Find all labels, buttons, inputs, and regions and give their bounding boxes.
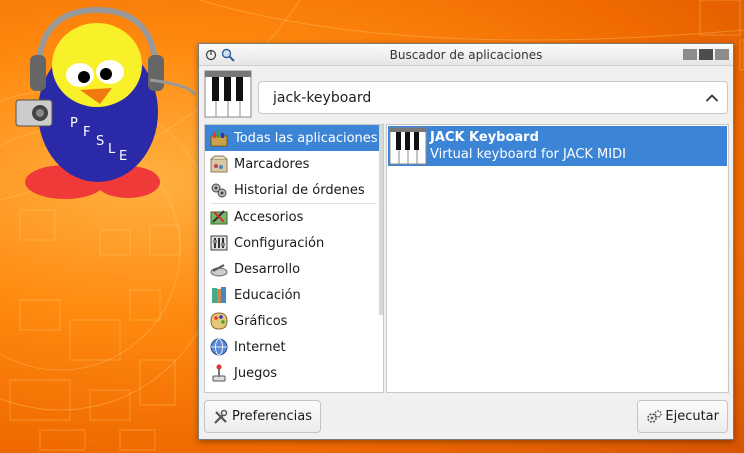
- maximize-button[interactable]: [699, 49, 713, 60]
- category-games[interactable]: Juegos: [205, 360, 383, 386]
- window-title: Buscador de aplicaciones: [389, 47, 543, 62]
- result-description: Virtual keyboard for JACK MIDI: [430, 147, 626, 162]
- tools-icon: [213, 409, 229, 425]
- mascot-letter: F: [83, 125, 90, 140]
- sidebar-scrollbar[interactable]: [379, 125, 383, 315]
- category-label: Marcadores: [234, 156, 310, 172]
- window-menu-icon[interactable]: [203, 47, 218, 62]
- title-bar[interactable]: Buscador de aplicaciones: [199, 44, 733, 66]
- internet-icon: [208, 336, 230, 358]
- gears-icon: [646, 409, 663, 425]
- education-icon: [208, 284, 230, 306]
- mascot-letter: S: [96, 134, 104, 149]
- settings-icon: [208, 232, 230, 254]
- category-label: Configuración: [234, 235, 325, 251]
- bookmarks-icon: [208, 153, 230, 175]
- history-icon: [208, 179, 230, 201]
- category-education[interactable]: Educación: [205, 282, 383, 308]
- piano-keyboard-icon: [389, 127, 427, 165]
- run-button[interactable]: Ejecutar: [637, 400, 728, 433]
- category-label: Gráficos: [234, 313, 288, 329]
- games-icon: [208, 362, 230, 384]
- category-history[interactable]: Historial de órdenes: [205, 177, 383, 203]
- search-combobox[interactable]: [258, 81, 728, 114]
- search-icon: [220, 47, 235, 62]
- preferences-button[interactable]: Preferencias: [204, 400, 322, 433]
- category-development[interactable]: Desarrollo: [205, 256, 383, 282]
- category-list: Todas las aplicaciones Marcadores Histor…: [204, 124, 384, 393]
- piano-keyboard-icon: [204, 70, 252, 118]
- search-input[interactable]: [259, 88, 697, 107]
- result-name: JACK Keyboard: [430, 130, 539, 145]
- category-label: Accesorios: [234, 209, 304, 225]
- category-label: Juegos: [234, 365, 278, 381]
- category-label: Historial de órdenes: [234, 182, 365, 198]
- penguin-mascot-logo: P F S L E: [15, 6, 197, 199]
- minimize-button[interactable]: [683, 49, 697, 60]
- category-accessories[interactable]: Accesorios: [205, 204, 383, 230]
- preferences-label: Preferencias: [232, 409, 313, 424]
- mascot-letter: P: [70, 116, 78, 131]
- development-icon: [208, 258, 230, 280]
- result-item[interactable]: JACK Keyboard Virtual keyboard for JACK …: [388, 126, 727, 166]
- run-label: Ejecutar: [665, 409, 719, 424]
- category-label: Educación: [234, 287, 301, 303]
- graphics-icon: [208, 310, 230, 332]
- accessories-icon: [208, 206, 230, 228]
- all-apps-icon: [208, 127, 230, 149]
- chevron-up-icon[interactable]: [697, 83, 727, 113]
- category-bookmarks[interactable]: Marcadores: [205, 151, 383, 177]
- app-finder-window: Buscador de aplicaciones jack-keyboard T…: [198, 43, 734, 440]
- category-label: Todas las aplicaciones: [234, 130, 378, 146]
- results-list: JACK Keyboard Virtual keyboard for JACK …: [386, 124, 729, 393]
- category-label: Internet: [234, 339, 286, 355]
- close-button[interactable]: [715, 49, 729, 60]
- category-internet[interactable]: Internet: [205, 334, 383, 360]
- category-all-apps[interactable]: Todas las aplicaciones: [205, 125, 383, 151]
- mascot-letter: L: [108, 142, 116, 157]
- category-graphics[interactable]: Gráficos: [205, 308, 383, 334]
- category-settings[interactable]: Configuración: [205, 230, 383, 256]
- mascot-letter: E: [119, 149, 127, 164]
- category-label: Desarrollo: [234, 261, 301, 277]
- search-header: [204, 69, 728, 119]
